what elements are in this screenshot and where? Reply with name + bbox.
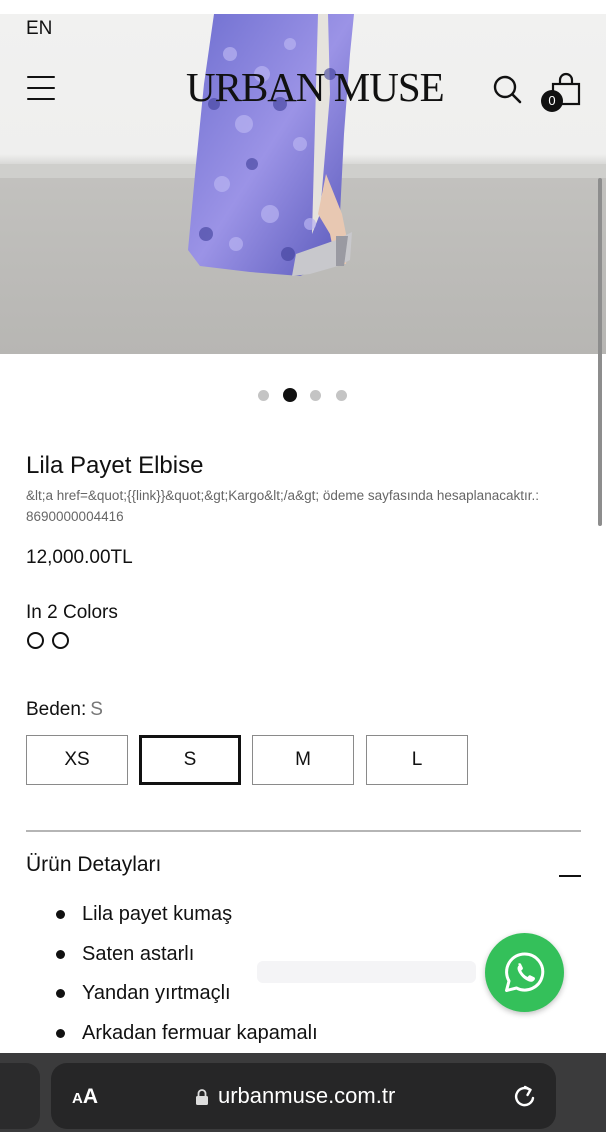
- menu-line: [27, 97, 55, 101]
- color-swatch[interactable]: [52, 632, 69, 649]
- carousel-dot[interactable]: [336, 390, 347, 401]
- text-size-button[interactable]: AA: [72, 1085, 98, 1109]
- menu-icon[interactable]: [27, 76, 55, 101]
- whatsapp-icon: [505, 952, 545, 992]
- menu-line: [27, 76, 55, 79]
- faint-overlay-bar: [257, 961, 476, 983]
- size-label: Beden: S: [26, 699, 103, 721]
- menu-line: [27, 86, 55, 90]
- reload-icon[interactable]: [512, 1084, 538, 1110]
- list-item: Lila payet kumaş: [56, 900, 476, 940]
- lock-icon: [196, 1089, 208, 1105]
- carousel-dot-active[interactable]: [283, 388, 297, 402]
- color-swatch[interactable]: [27, 632, 44, 649]
- colors-label: In 2 Colors: [26, 602, 118, 623]
- size-option-s[interactable]: S: [139, 735, 241, 785]
- divider: [26, 830, 581, 832]
- carousel-dots: [258, 388, 350, 404]
- list-item: Yandan yırtmaçlı: [56, 979, 476, 1019]
- product-title: Lila Payet Elbise: [26, 452, 204, 479]
- size-label-text: Beden:: [26, 699, 87, 720]
- size-option-m[interactable]: M: [252, 735, 354, 785]
- scrollbar[interactable]: [598, 178, 602, 526]
- previous-tab-stub[interactable]: [0, 1063, 40, 1129]
- search-icon[interactable]: [492, 74, 522, 104]
- language-switcher[interactable]: EN: [26, 18, 52, 40]
- carousel-dot[interactable]: [310, 390, 321, 401]
- product-subtitle: &lt;a href=&quot;{{link}}&quot;&gt;Kargo…: [26, 488, 539, 524]
- brand-logo[interactable]: URBAN MUSE: [186, 64, 445, 110]
- whatsapp-button[interactable]: [485, 933, 564, 1012]
- size-option-xs[interactable]: XS: [26, 735, 128, 785]
- url-text[interactable]: urbanmuse.com.tr: [218, 1083, 395, 1109]
- size-option-l[interactable]: L: [366, 735, 468, 785]
- text-size-large-a: A: [82, 1085, 99, 1108]
- status-strip: [0, 0, 606, 14]
- collapse-icon[interactable]: [559, 875, 581, 878]
- size-selected-value: S: [90, 699, 103, 720]
- details-accordion-title[interactable]: Ürün Detayları: [26, 853, 161, 877]
- carousel-dot[interactable]: [258, 390, 269, 401]
- product-price: 12,000.00TL: [26, 547, 133, 568]
- cart-count-badge[interactable]: 0: [541, 90, 563, 112]
- text-size-small-a: A: [72, 1090, 83, 1107]
